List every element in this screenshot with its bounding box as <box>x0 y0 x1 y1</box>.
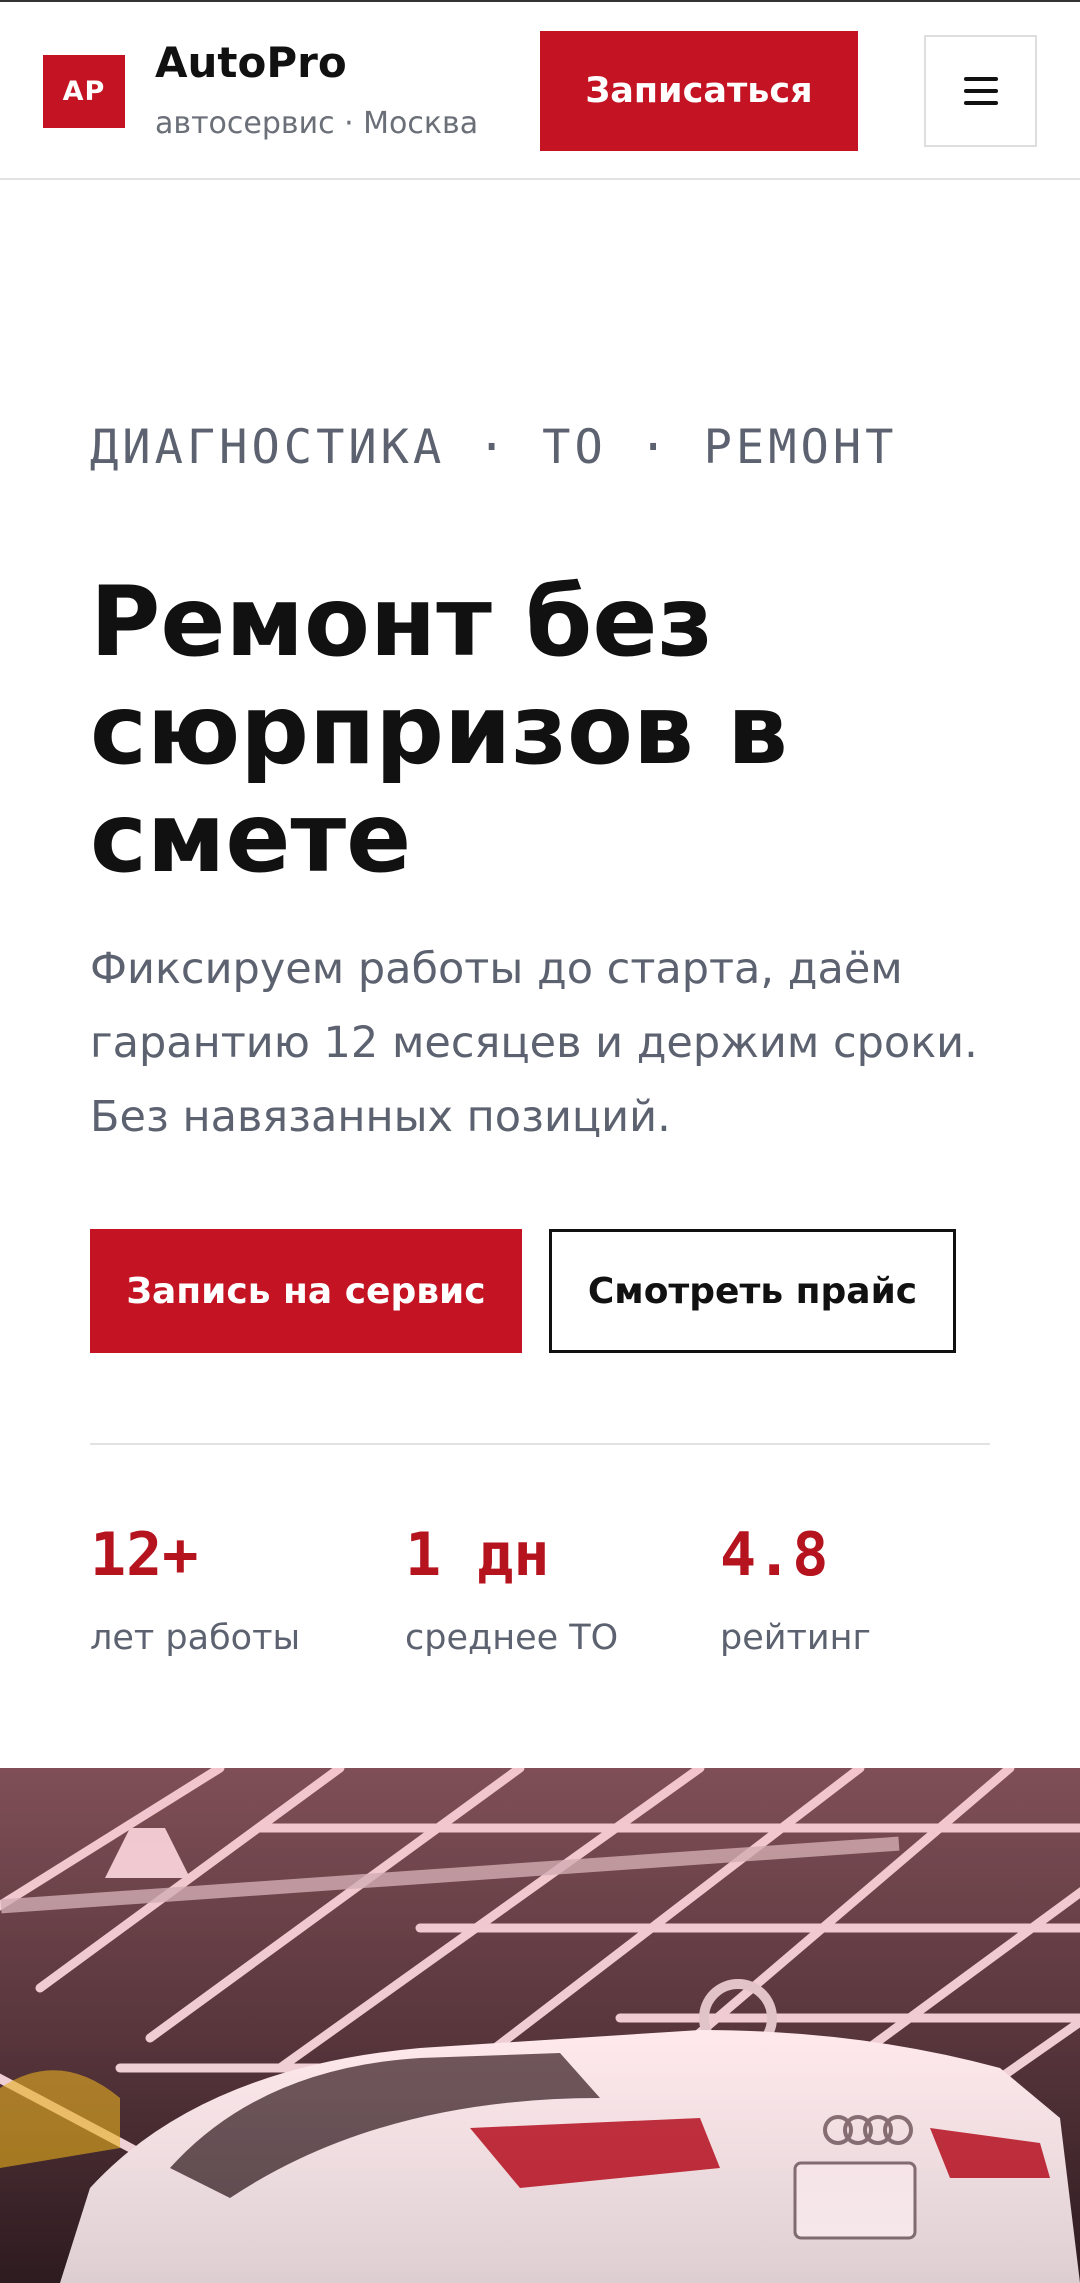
stat-label: рейтинг <box>720 1618 871 1658</box>
stat-rating: 4.8 рейтинг <box>720 1520 871 1658</box>
hero-car-photo <box>0 1768 1080 2283</box>
hero-description: Фиксируем работы до старта, даём гаранти… <box>90 944 978 1142</box>
stat-label: среднее ТО <box>405 1618 619 1658</box>
stat-label: лет работы <box>90 1618 301 1658</box>
garage-car-illustration <box>0 1768 1080 2283</box>
menu-button[interactable] <box>924 35 1037 147</box>
stat-years: 12+ лет работы <box>90 1520 300 1658</box>
brand-subtitle: автосервис · Москва <box>155 106 479 141</box>
hamburger-menu-icon <box>963 77 998 105</box>
brand-name[interactable]: AutoPro <box>155 38 347 87</box>
stat-value: 12+ <box>90 1520 199 1590</box>
logo-badge[interactable]: AP <box>43 55 125 128</box>
header-signup-button[interactable]: Записаться <box>540 31 858 151</box>
stat-value: 4.8 <box>720 1520 829 1590</box>
site-header: AP AutoPro автосервис · Москва Записатьс… <box>0 0 1080 180</box>
view-prices-button[interactable]: Смотреть прайс <box>549 1229 956 1353</box>
book-service-button[interactable]: Запись на сервис <box>90 1229 522 1353</box>
hero-eyebrow: ДИАГНОСТИКА · ТО · РЕМОНТ <box>90 420 898 475</box>
stat-service-time: 1 дн среднее ТО <box>405 1520 618 1658</box>
hero-title: Ремонт без сюрпризов в смете <box>90 566 788 894</box>
stat-value: 1 дн <box>405 1520 550 1590</box>
section-divider <box>90 1443 990 1445</box>
